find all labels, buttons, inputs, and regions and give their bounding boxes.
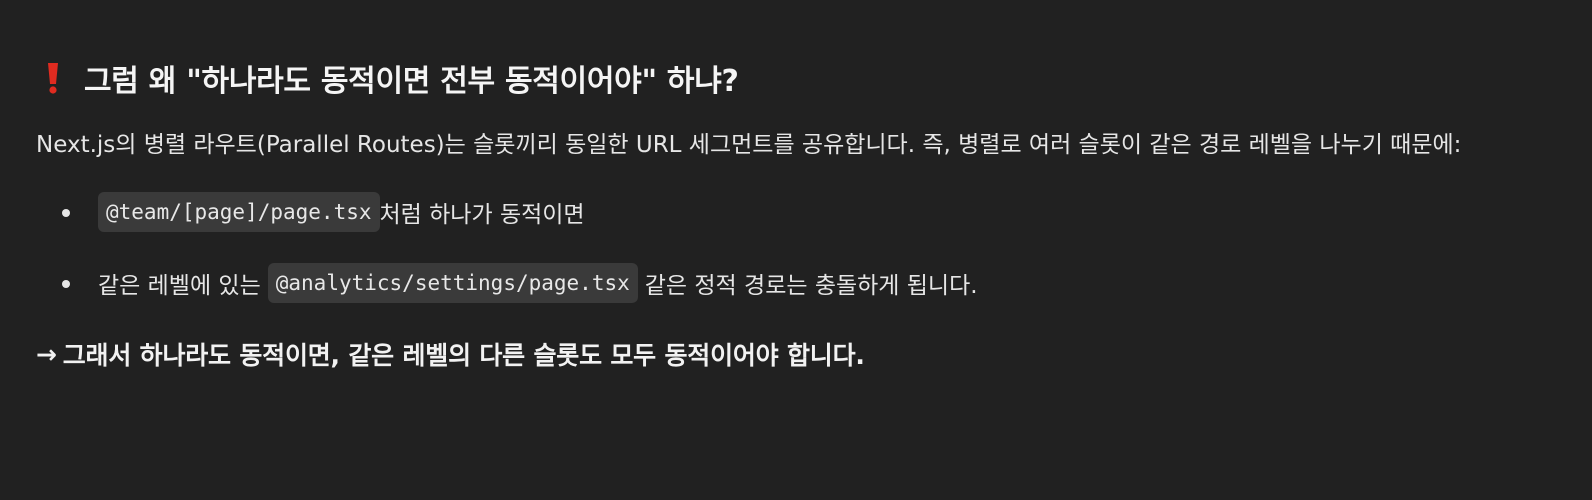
- inline-code: @analytics/settings/page.tsx: [267, 263, 638, 303]
- conclusion-line: → 그래서 하나라도 동적이면, 같은 레벨의 다른 슬롯도 모두 동적이어야 …: [36, 332, 1592, 376]
- list-item-body: @team/[page]/page.tsx 처럼 하나가 동적이면: [98, 192, 585, 232]
- bullet-list: @team/[page]/page.tsx 처럼 하나가 동적이면 같은 레벨에…: [36, 190, 1592, 305]
- intro-paragraph: Next.js의 병렬 라우트(Parallel Routes)는 슬롯끼리 동…: [36, 132, 1462, 158]
- list-item-body: 같은 레벨에 있는 @analytics/settings/page.tsx 같…: [98, 263, 978, 303]
- list-item: @team/[page]/page.tsx 처럼 하나가 동적이면: [36, 190, 1592, 234]
- conclusion-text: 그래서 하나라도 동적이면, 같은 레벨의 다른 슬롯도 모두 동적이어야 합니…: [62, 341, 865, 370]
- list-item-text: 같은 레벨에 있는: [98, 273, 261, 299]
- list-item-text: 같은 정적 경로는 충돌하게 됩니다.: [644, 273, 978, 299]
- message-content: 그럼 왜 "하나라도 동적이면 전부 동적이어야" 하냐? Next.js의 병…: [0, 0, 1592, 500]
- heading-text: 그럼 왜 "하나라도 동적이면 전부 동적이어야" 하냐?: [84, 64, 739, 99]
- right-arrow-icon: →: [36, 339, 57, 369]
- bullet-dot: [62, 280, 70, 288]
- inline-code: @team/[page]/page.tsx: [98, 192, 380, 232]
- red-exclamation-icon: [36, 58, 70, 98]
- list-item: 같은 레벨에 있는 @analytics/settings/page.tsx 같…: [36, 261, 1592, 305]
- list-item-text: 처럼 하나가 동적이면: [379, 202, 585, 228]
- section-heading: 그럼 왜 "하나라도 동적이면 전부 동적이어야" 하냐?: [36, 50, 1592, 106]
- bullet-dot: [62, 209, 70, 217]
